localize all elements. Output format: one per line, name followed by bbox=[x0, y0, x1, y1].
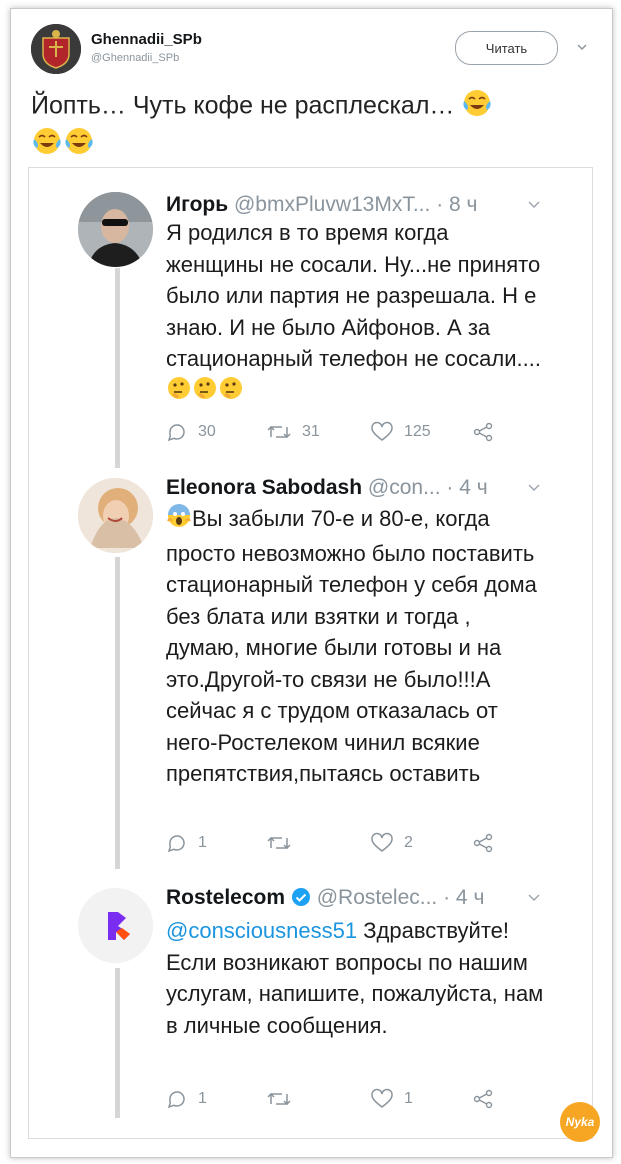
thread-connector-line bbox=[115, 968, 120, 1118]
reply-actions: 1 2 bbox=[166, 832, 506, 856]
person-photo-icon bbox=[78, 192, 153, 267]
share-button[interactable] bbox=[472, 832, 494, 854]
rostelecom-logo-icon bbox=[78, 888, 153, 963]
watermark-logo: Nyka bbox=[560, 1102, 600, 1142]
heart-icon bbox=[371, 421, 393, 441]
like-count: 125 bbox=[404, 423, 431, 440]
share-button[interactable] bbox=[472, 421, 494, 443]
chevron-down-icon[interactable] bbox=[528, 893, 540, 903]
reply-text-content: Вы забыли 70-е и 80-е, когда просто нево… bbox=[166, 506, 537, 786]
reply-avatar-igor[interactable] bbox=[78, 192, 153, 267]
reply-actions: 1 1 bbox=[166, 1088, 506, 1112]
share-icon bbox=[473, 833, 493, 853]
reply-header: Eleonora Sabodash @con... · 4 ч bbox=[166, 476, 488, 500]
reply-text-content: Я родился в то время когда женщины не со… bbox=[166, 220, 541, 371]
reply-author-handle[interactable]: @bmxPluvw13MxT... bbox=[234, 193, 430, 216]
reply-text: Вы забыли 70-е и 80-е, когда просто нево… bbox=[166, 503, 546, 790]
like-button[interactable]: 1 bbox=[370, 1088, 413, 1110]
thread-connector-line bbox=[115, 557, 120, 869]
reply-button[interactable]: 30 bbox=[166, 421, 216, 443]
mention-link[interactable]: @consciousness51 bbox=[166, 918, 357, 943]
thinking-face-emoji bbox=[192, 375, 218, 410]
reply-author-name[interactable]: Rostelecom bbox=[166, 886, 285, 909]
author-name[interactable]: Ghennadii_SPb bbox=[91, 31, 202, 48]
reply-header: Rostelecom @Rostelec... · 4 ч bbox=[166, 886, 484, 910]
retweet-icon bbox=[267, 836, 291, 850]
comment-icon bbox=[167, 835, 185, 853]
reply-button[interactable]: 1 bbox=[166, 832, 207, 854]
comment-icon bbox=[167, 1091, 185, 1109]
chevron-down-icon[interactable] bbox=[528, 200, 540, 210]
heart-icon bbox=[371, 832, 393, 852]
person-photo-icon bbox=[78, 478, 153, 553]
retweet-icon bbox=[267, 1092, 291, 1106]
reply-header: Игорь @bmxPluvw13MxT... · 8 ч bbox=[166, 193, 478, 217]
chevron-down-icon[interactable] bbox=[577, 40, 587, 54]
reply-author-handle[interactable]: @con... bbox=[368, 476, 441, 499]
tweet-text: Йопть… Чуть кофе не расплескал… bbox=[31, 88, 591, 164]
reply-time[interactable]: · 4 ч bbox=[443, 886, 484, 909]
tears-of-joy-emoji bbox=[461, 88, 493, 126]
chevron-down-icon[interactable] bbox=[528, 483, 540, 493]
retweet-button[interactable]: 31 bbox=[266, 421, 320, 443]
coat-of-arms-icon bbox=[31, 24, 81, 74]
reply-count: 1 bbox=[198, 834, 207, 851]
tears-of-joy-emoji bbox=[31, 126, 63, 164]
reply-count: 30 bbox=[198, 423, 216, 440]
share-icon bbox=[473, 422, 493, 442]
follow-button[interactable]: Читать bbox=[455, 31, 558, 65]
reply-button[interactable]: 1 bbox=[166, 1088, 207, 1110]
reply-time[interactable]: · 8 ч bbox=[436, 193, 477, 216]
verified-badge-icon bbox=[291, 888, 310, 906]
retweet-icon bbox=[267, 425, 291, 439]
thread-connector-line bbox=[115, 268, 120, 468]
author-avatar[interactable] bbox=[31, 24, 81, 74]
reply-text: @consciousness51 Здравствуйте! Если возн… bbox=[166, 915, 546, 1041]
heart-icon bbox=[371, 1088, 393, 1108]
retweet-button[interactable] bbox=[266, 1088, 292, 1110]
share-button[interactable] bbox=[472, 1088, 494, 1110]
tweet-text-content: Йопть… Чуть кофе не расплескал… bbox=[31, 91, 455, 120]
reply-avatar-eleonora[interactable] bbox=[78, 478, 153, 553]
thinking-face-emoji bbox=[166, 375, 192, 410]
reply-author-handle[interactable]: @Rostelec... bbox=[317, 886, 438, 909]
like-button[interactable]: 125 bbox=[370, 421, 431, 443]
tears-of-joy-emoji bbox=[63, 126, 95, 164]
screaming-face-emoji bbox=[166, 503, 192, 538]
comment-icon bbox=[167, 424, 185, 442]
reply-author-name[interactable]: Игорь bbox=[166, 193, 228, 216]
like-count: 2 bbox=[404, 834, 413, 851]
share-icon bbox=[473, 1089, 493, 1109]
reply-time[interactable]: · 4 ч bbox=[446, 476, 487, 499]
like-count: 1 bbox=[404, 1090, 413, 1107]
retweet-button[interactable] bbox=[266, 832, 292, 854]
reply-text: Я родился в то время когда женщины не со… bbox=[166, 217, 546, 409]
author-handle[interactable]: @Ghennadii_SPb bbox=[91, 52, 179, 64]
reply-author-name[interactable]: Eleonora Sabodash bbox=[166, 476, 362, 499]
reply-actions: 30 31 125 bbox=[166, 421, 506, 445]
retweet-count: 31 bbox=[302, 423, 320, 440]
reply-count: 1 bbox=[198, 1090, 207, 1107]
like-button[interactable]: 2 bbox=[370, 832, 413, 854]
reply-avatar-rostelecom[interactable] bbox=[78, 888, 153, 963]
thinking-face-emoji bbox=[218, 375, 244, 410]
